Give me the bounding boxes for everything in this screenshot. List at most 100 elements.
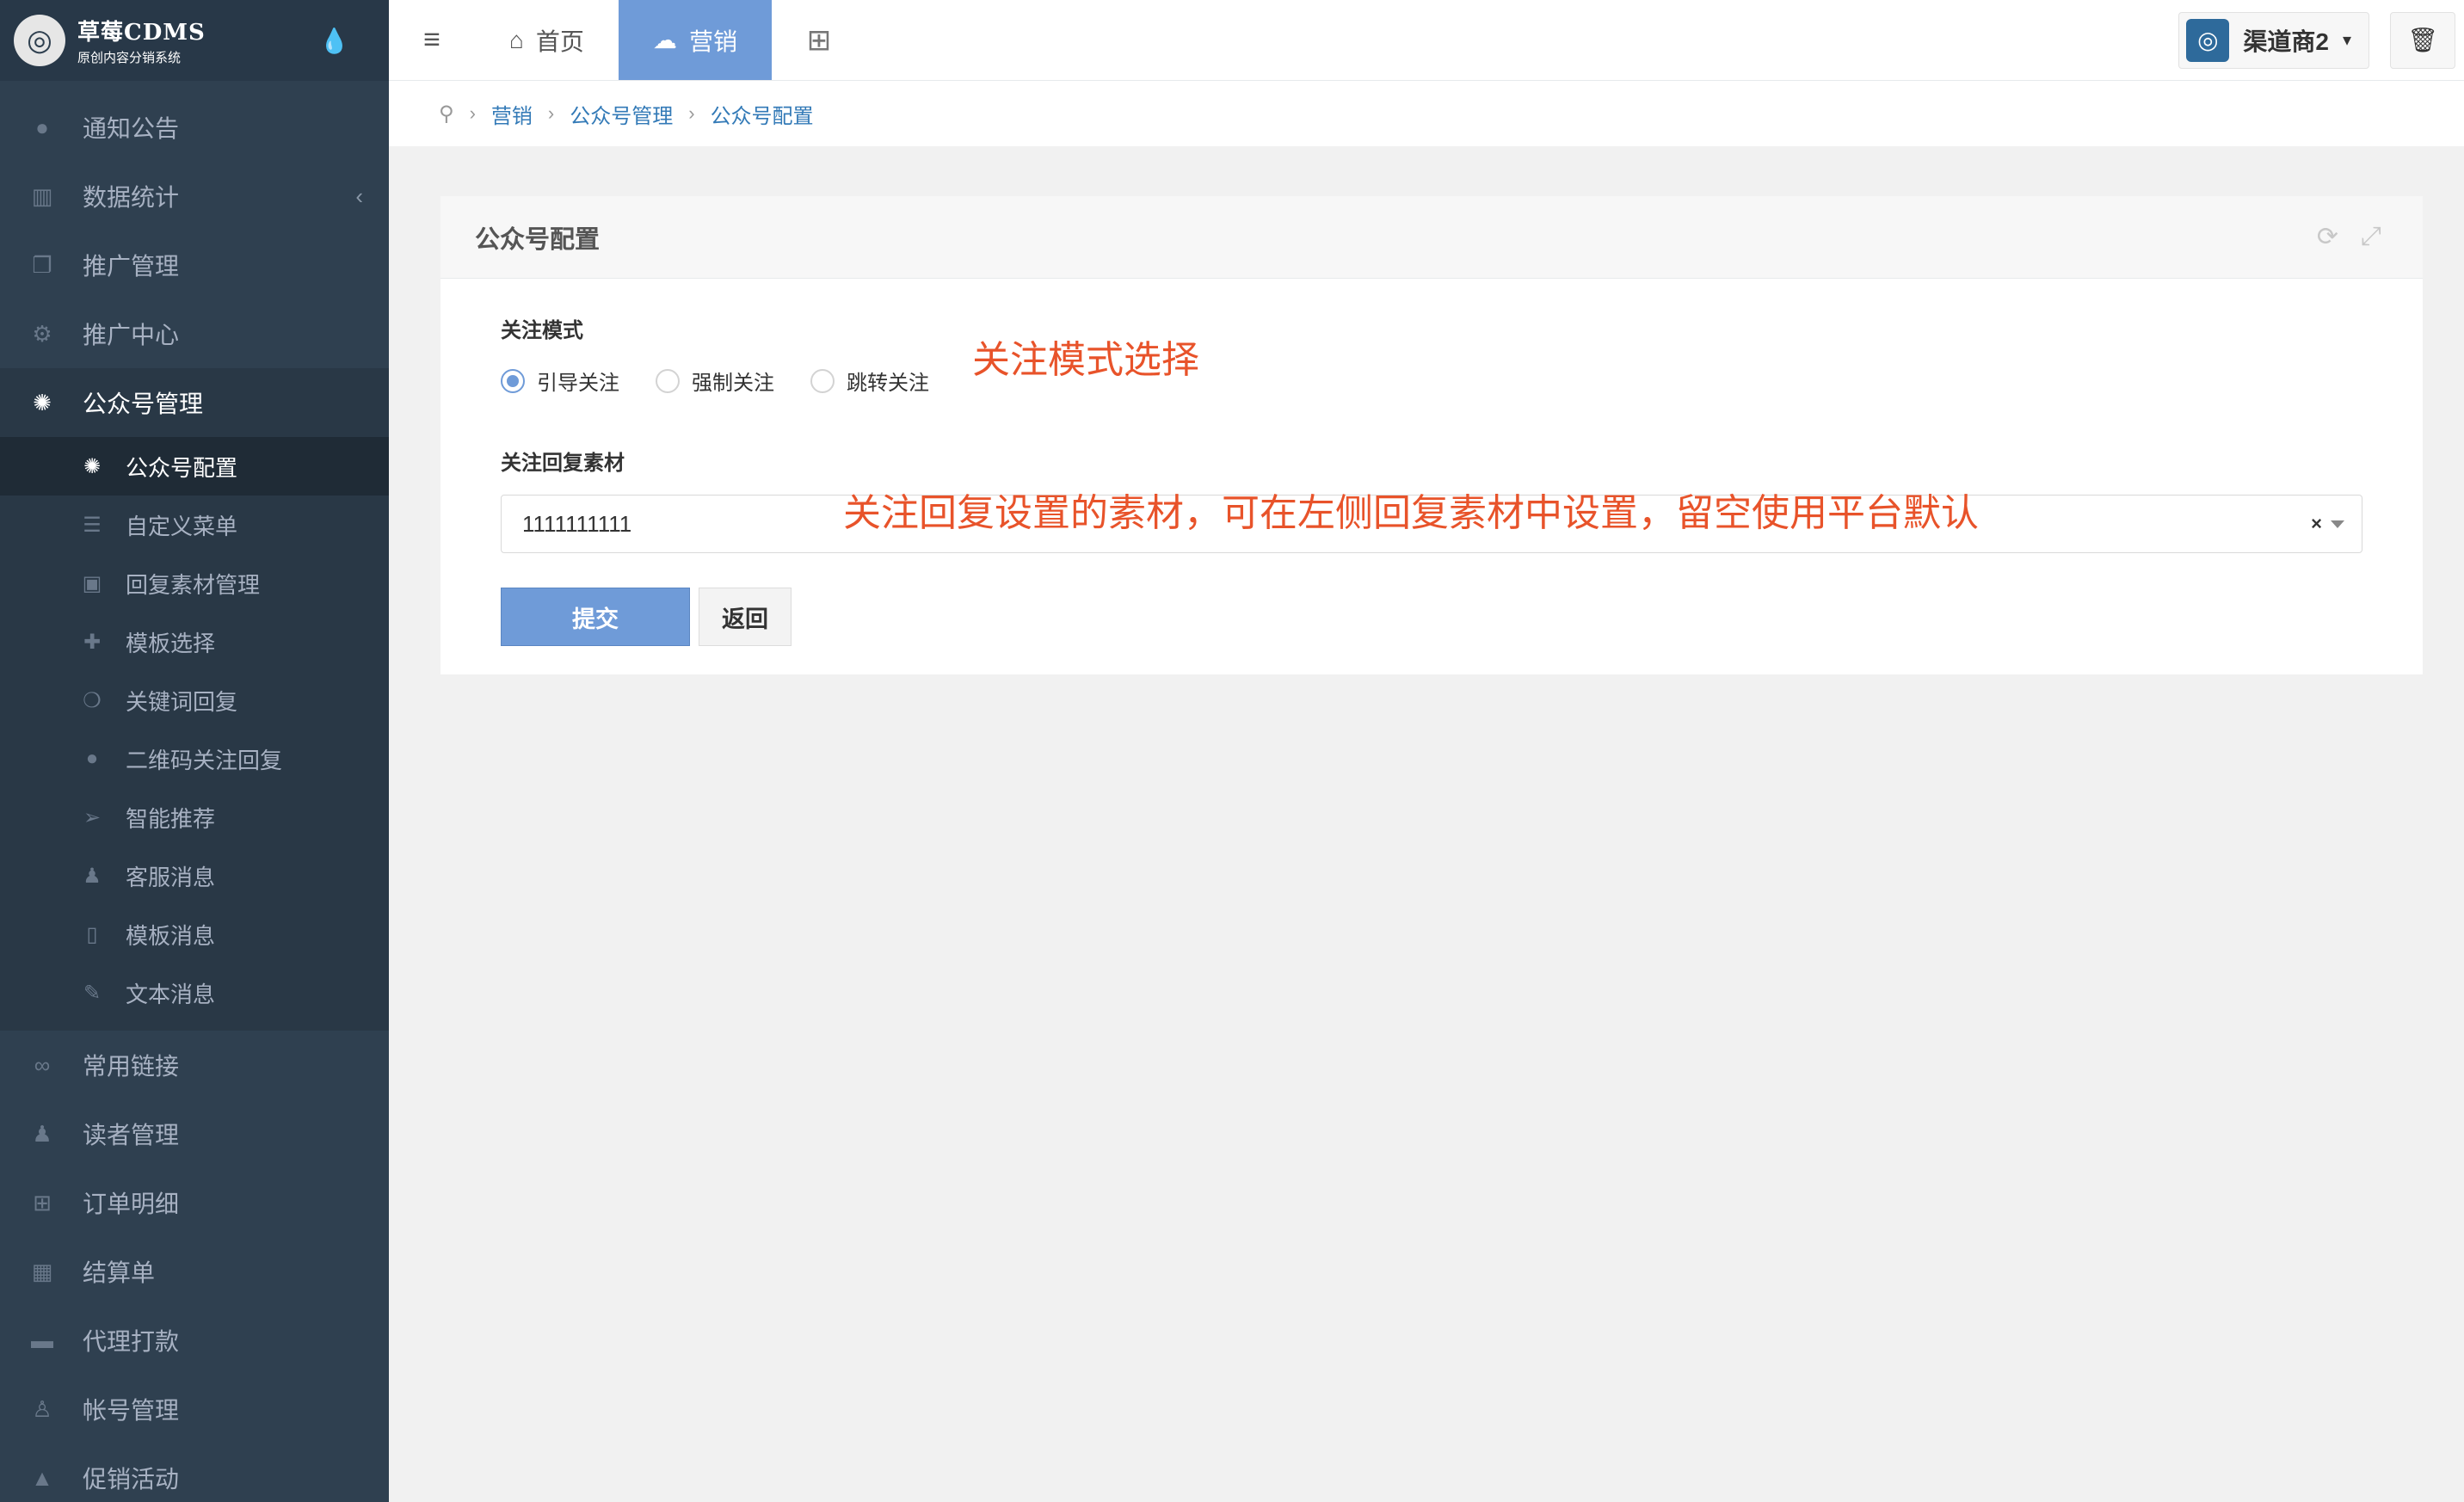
paper-plane-icon: ➢ (83, 805, 102, 829)
radio-force-follow[interactable]: 强制关注 (656, 366, 774, 396)
sidebar-item-label: 促销活动 (83, 1466, 180, 1493)
submit-button[interactable]: 提交 (501, 588, 690, 646)
follow-mode-annotation: 关注模式选择 (972, 339, 1199, 381)
bar-chart-icon: ▥ (31, 182, 53, 209)
refresh-icon[interactable]: ⟳ (2317, 222, 2338, 252)
sidebar-item-label: 读者管理 (83, 1122, 180, 1148)
sidebar-item-promotion-center[interactable]: ⚙ 推广中心 (0, 299, 389, 368)
sidebar-subitem-label: 客服消息 (126, 864, 216, 890)
trash-icon[interactable]: 🗑 (2390, 11, 2455, 69)
sidebar-item-official-account[interactable]: ✺ 公众号管理 (0, 368, 389, 437)
puzzle-icon: ✚ (83, 630, 102, 654)
follow-mode-label: 关注模式 (501, 319, 583, 342)
sidebar-subitem-label: 模板选择 (126, 630, 216, 656)
brand-text: 草莓CDMS 原创内容分销系统 (77, 15, 206, 66)
wechat-icon: ✺ (33, 389, 52, 416)
sidebar-subitem-reply-material[interactable]: ▣ 回复素材管理 (0, 554, 389, 612)
apps-grid-icon[interactable]: ⊞ (772, 0, 866, 80)
radio-guide-follow[interactable]: 引导关注 (501, 366, 619, 396)
sidebar-item-promotion-management[interactable]: ❐ 推广管理 (0, 231, 389, 299)
follow-mode-radio-group: 引导关注 强制关注 跳转关注 (501, 366, 2362, 396)
sidebar-item-accounts[interactable]: ♙ 帐号管理 (0, 1375, 389, 1444)
users-icon: ♟ (32, 1120, 52, 1147)
sidebar-item-settlements[interactable]: ▦ 结算单 (0, 1237, 389, 1306)
chevron-down-icon[interactable] (2331, 520, 2344, 528)
sidebar-nav-lower: ∞ 常用链接 ♟ 读者管理 ⊞ 订单明细 ▦ 结算单 ▬ 代理打款 ♙ 帐号管理… (0, 1031, 389, 1502)
sidebar-item-orders[interactable]: ⊞ 订单明细 (0, 1168, 389, 1237)
tab-marketing[interactable]: ☁ 营销 (618, 0, 772, 80)
menu-toggle-icon[interactable]: ≡ (389, 0, 475, 80)
link-icon: ∞ (34, 1051, 51, 1078)
sidebar-item-label: 通知公告 (83, 115, 180, 142)
sidebar-item-promotions[interactable]: ▲ 促销活动 (0, 1444, 389, 1502)
expand-icon[interactable]: ⤢ (2361, 222, 2381, 252)
panel-header: 公众号配置 ⟳ ⤢ (440, 196, 2423, 279)
settings-icon: ⚙ (32, 320, 52, 347)
sidebar-subitem-qrcode-reply[interactable]: ● 二维码关注回复 (0, 729, 389, 788)
tab-home[interactable]: ⌂ 首页 (475, 0, 619, 80)
sidebar-item-label: 帐号管理 (83, 1397, 180, 1424)
stack-icon: ❐ (32, 251, 52, 278)
sidebar-subitem-label: 文本消息 (126, 981, 216, 1007)
reply-material-annotation: 关注回复设置的素材，可在左侧回复素材中设置，留空使用平台默认 (843, 492, 1979, 534)
sidebar-item-links[interactable]: ∞ 常用链接 (0, 1031, 389, 1099)
topbar-right: ◎ 渠道商2 ▾ 🗑 (2178, 0, 2464, 80)
avatar: ◎ (2186, 18, 2230, 62)
cloud-icon: ☁ (652, 27, 677, 53)
sidebar-subitem-custom-menu[interactable]: ☰ 自定义菜单 (0, 496, 389, 554)
theme-drop-icon[interactable]: 💧 (319, 27, 349, 55)
sidebar-subitem-keyword-reply[interactable]: ❍ 关键词回复 (0, 671, 389, 729)
radio-label: 跳转关注 (847, 372, 929, 395)
sidebar-subitem-account-config[interactable]: ✺ 公众号配置 (0, 437, 389, 496)
sidebar-subitem-label: 回复素材管理 (126, 571, 261, 598)
brand-header: ◎ 草莓CDMS 原创内容分销系统 💧 (0, 0, 389, 81)
list-icon: ☰ (83, 513, 102, 537)
comments-icon: ❍ (83, 688, 102, 712)
user-name: 渠道商2 (2243, 28, 2329, 55)
cart-icon: ⊞ (33, 1189, 52, 1216)
image-icon: ▣ (82, 571, 102, 595)
brand-title: 草莓CDMS (77, 20, 206, 46)
sidebar-item-notices[interactable]: ● 通知公告 (0, 93, 389, 162)
sidebar-item-agent-payment[interactable]: ▬ 代理打款 (0, 1306, 389, 1375)
breadcrumb-separator: › (469, 102, 476, 124)
sidebar-subitem-label: 智能推荐 (126, 805, 216, 832)
sidebar-item-statistics[interactable]: ▥ 数据统计 ‹ (0, 162, 389, 231)
brand-logo[interactable]: ◎ (14, 15, 65, 66)
breadcrumb-marketing[interactable]: 营销 (491, 99, 533, 129)
radio-label: 强制关注 (692, 372, 774, 395)
sidebar-subitem-text-message[interactable]: ✎ 文本消息 (0, 963, 389, 1022)
user-icon: ♙ (32, 1395, 52, 1422)
reply-material-value: 1111111111 (522, 510, 632, 537)
brand-subtitle: 原创内容分销系统 (77, 51, 182, 65)
clear-icon[interactable]: × (2311, 513, 2322, 535)
comment-icon: ● (85, 747, 99, 770)
sidebar-subitem-template-message[interactable]: ▯ 模板消息 (0, 905, 389, 963)
calculator-icon: ▦ (31, 1258, 53, 1284)
panel-body: 关注模式 引导关注 强制关注 跳转关注 关注模式选择 关注回复素材 111111… (440, 279, 2423, 680)
sidebar-subitem-label: 公众号配置 (126, 454, 238, 481)
sidebar-subitem-smart-recommend[interactable]: ➢ 智能推荐 (0, 788, 389, 846)
breadcrumb-official-account[interactable]: 公众号管理 (570, 99, 673, 129)
radio-label: 引导关注 (537, 372, 619, 395)
chevron-left-icon: ‹ (355, 182, 363, 209)
sidebar-subitem-template-select[interactable]: ✚ 模板选择 (0, 612, 389, 671)
panel-title: 公众号配置 (475, 225, 601, 254)
breadcrumb-separator: › (688, 102, 695, 124)
sidebar-item-label: 推广中心 (83, 322, 180, 348)
sidebar-subitem-label: 模板消息 (126, 922, 216, 949)
sidebar-nav: ● 通知公告 ▥ 数据统计 ‹ ❐ 推广管理 ⚙ 推广中心 ✺ 公众号管理 (0, 81, 389, 437)
breadcrumb-separator: › (547, 102, 555, 124)
shopping-bag-icon: ▲ (31, 1464, 53, 1491)
sidebar-subitem-customer-message[interactable]: ♟ 客服消息 (0, 846, 389, 905)
user-menu-button[interactable]: ◎ 渠道商2 ▾ (2178, 11, 2369, 69)
edit-icon: ✎ (83, 981, 102, 1005)
radio-redirect-follow[interactable]: 跳转关注 (810, 366, 929, 396)
tab-label: 营销 (688, 28, 737, 55)
radio-unchecked-icon (810, 368, 835, 393)
breadcrumb-config[interactable]: 公众号配置 (711, 99, 814, 129)
sidebar-item-readers[interactable]: ♟ 读者管理 (0, 1099, 389, 1168)
sidebar-subitem-label: 关键词回复 (126, 688, 238, 715)
back-button[interactable]: 返回 (699, 588, 792, 646)
sidebar-subitem-label: 自定义菜单 (126, 513, 238, 539)
